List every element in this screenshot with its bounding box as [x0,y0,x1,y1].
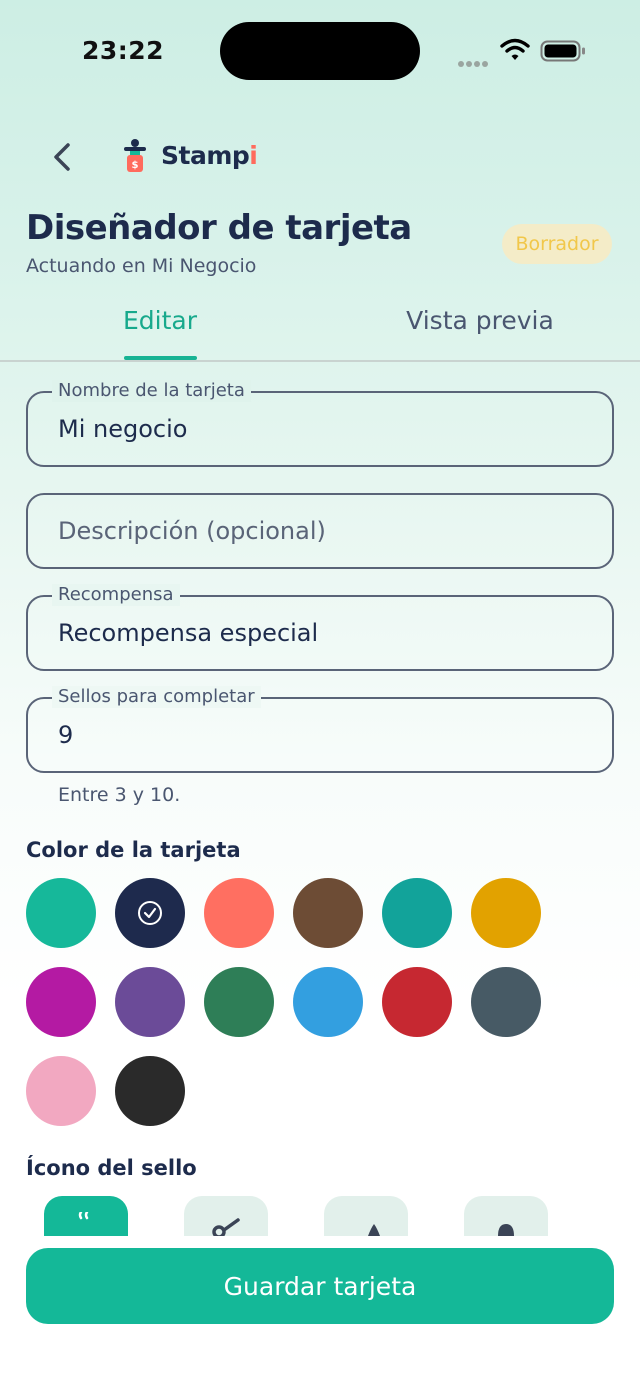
stamp-option-drop[interactable] [324,1196,408,1236]
color-swatch[interactable] [204,967,274,1037]
stamps-count-field[interactable]: Sellos para completar 9 [26,686,614,773]
stamps-helper-text: Entre 3 y 10. [58,784,181,806]
stamp-option-scissors[interactable] [184,1196,268,1236]
stampi-logo-icon: $ [124,139,146,172]
reward-value: Recompensa especial [58,619,319,647]
card-name-label: Nombre de la tarjeta [52,380,251,402]
tab-edit[interactable]: Editar [0,306,320,335]
stamp-option-bell[interactable] [464,1196,548,1236]
card-name-value: Mi negocio [58,415,188,443]
scissors-icon [212,1218,240,1236]
card-name-field[interactable]: Nombre de la tarjeta Mi negocio [26,380,614,467]
stamps-count-label: Sellos para completar [52,686,261,708]
stamps-count-value: 9 [58,721,74,749]
tab-divider [0,360,640,362]
tab-preview[interactable]: Vista previa [320,306,640,335]
stamp-icon-heading: Ícono del sello [26,1156,197,1180]
color-swatch[interactable] [471,878,541,948]
color-swatch[interactable] [26,967,96,1037]
reward-field[interactable]: Recompensa Recompensa especial [26,584,614,671]
dynamic-island [220,22,420,80]
color-swatch[interactable] [293,878,363,948]
coffee-icon [78,1212,89,1220]
color-swatch[interactable] [26,1056,96,1126]
color-swatch[interactable] [471,967,541,1037]
color-swatch[interactable] [382,878,452,948]
reward-label: Recompensa [52,584,180,606]
color-swatch[interactable] [204,878,274,948]
bell-icon [498,1224,514,1236]
color-swatch[interactable] [115,1056,185,1126]
back-chevron-icon[interactable] [48,140,78,174]
page-title: Diseñador de tarjeta [26,208,412,248]
save-card-button[interactable]: Guardar tarjeta [26,1248,614,1324]
status-badge: Borrador [502,224,612,264]
status-time: 23:22 [82,36,165,65]
svg-text:$: $ [132,160,139,171]
color-swatch[interactable] [382,967,452,1037]
battery-icon [540,40,585,62]
description-placeholder: Descripción (opcional) [58,517,326,545]
wifi-icon [500,38,530,60]
drop-icon [368,1224,380,1236]
color-swatch[interactable] [293,967,363,1037]
color-swatch[interactable] [115,967,185,1037]
page-subtitle: Actuando en Mi Negocio [26,255,257,277]
color-swatch[interactable] [26,878,96,948]
signal-icon [458,52,492,67]
brand-logo: Stampi [161,141,258,170]
color-swatch[interactable] [115,878,185,948]
check-icon [138,901,162,925]
stamp-option-coffee[interactable] [44,1196,128,1236]
card-color-heading: Color de la tarjeta [26,838,241,862]
description-field[interactable]: Descripción (opcional) [26,493,614,569]
